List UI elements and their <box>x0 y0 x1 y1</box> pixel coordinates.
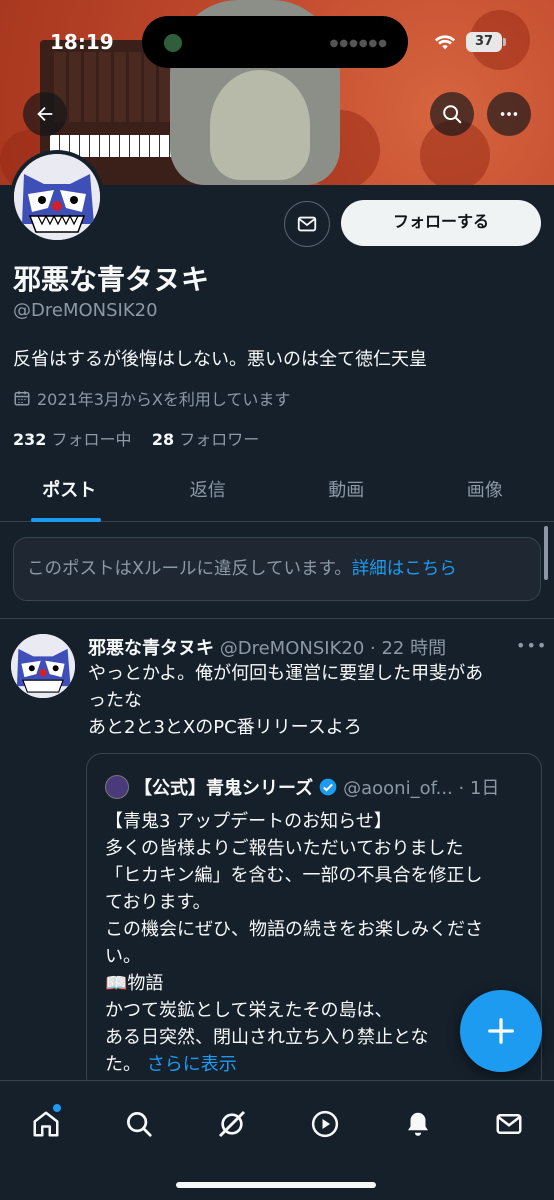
post-line: ったな <box>88 690 142 711</box>
wifi-icon <box>434 35 456 50</box>
follow-button[interactable]: フォローする <box>341 200 541 246</box>
notice-text: このポストはXルールに違反しています。 <box>27 559 352 579</box>
back-button[interactable] <box>23 92 67 136</box>
home-indicator <box>176 1182 376 1188</box>
divider <box>0 618 554 619</box>
quote-line: 多くの皆様よりご報告いただいておりました <box>105 838 464 859</box>
following-label: フォロー中 <box>51 430 132 449</box>
mail-icon <box>297 216 317 232</box>
profile-tabs: ポスト 返信 動画 画像 <box>0 466 554 522</box>
rule-violation-notice: このポストはXルールに違反しています。詳細はこちら <box>13 537 541 601</box>
grok-icon <box>218 1110 246 1138</box>
arrow-left-icon <box>37 106 53 122</box>
tab-images[interactable]: 画像 <box>416 466 554 521</box>
plus-icon <box>488 1018 514 1044</box>
message-button[interactable] <box>284 201 330 247</box>
tab-videos[interactable]: 動画 <box>277 466 416 521</box>
more-horizontal-icon <box>500 112 518 116</box>
home-icon <box>33 1111 59 1137</box>
nav-messages[interactable] <box>486 1101 532 1147</box>
quote-line: ております。 <box>105 892 211 913</box>
verified-badge-icon <box>319 778 337 796</box>
joined-date: 2021年3月からXを利用しています <box>13 386 290 410</box>
calendar-icon <box>14 391 30 406</box>
post-author-name[interactable]: 邪悪な青タヌキ <box>88 638 214 659</box>
quote-line: 【青鬼3 アップデートのお知らせ】 <box>105 811 392 832</box>
follow-stats: 232 フォロー中 28 フォロワー <box>13 426 259 450</box>
nav-home[interactable] <box>23 1101 69 1147</box>
search-icon <box>127 1112 152 1137</box>
display-name: 邪悪な青タヌキ <box>13 263 210 296</box>
followers-label: フォロワー <box>179 430 260 449</box>
nav-video[interactable] <box>302 1101 348 1147</box>
notifications-icon <box>408 1112 428 1136</box>
scrollbar[interactable] <box>544 526 548 580</box>
post-line: やっとかよ。俺が何回も運営に要望した甲斐があ <box>88 663 484 684</box>
search-icon <box>443 105 462 124</box>
followers-count: 28 <box>151 430 175 449</box>
post-body[interactable]: やっとかよ。俺が何回も運営に要望した甲斐があ ったな あと2と3とXのPC番リリ… <box>88 660 544 741</box>
video-icon <box>311 1110 339 1138</box>
joined-text: 2021年3月からXを利用しています <box>37 390 291 409</box>
quote-line: た。 さらに表示 <box>105 1051 529 1078</box>
messages-icon <box>496 1114 522 1134</box>
quote-line: 「ヒカキン編」を含む、一部の不具合を修正し <box>105 865 483 886</box>
tab-posts[interactable]: ポスト <box>0 466 139 522</box>
post-author-avatar[interactable] <box>11 634 75 698</box>
profile-avatar[interactable] <box>10 150 104 244</box>
compose-post-button[interactable] <box>460 990 542 1072</box>
post-meta: @DreMONSIK20 · 22 時間 <box>219 638 447 659</box>
notice-details-link[interactable]: 詳細はこちら <box>352 559 457 579</box>
home-notification-dot <box>53 1104 61 1112</box>
post-line: あと2と3とXのPC番リリースよろ <box>88 717 362 738</box>
quote-line: 📖物語 <box>105 973 164 994</box>
dynamic-island: ●●●●●● <box>142 16 408 68</box>
following-link[interactable]: 232 フォロー中 <box>13 430 132 449</box>
quoted-post-meta: @aooni_of... · 1日 <box>343 778 500 799</box>
following-count: 232 <box>13 430 47 449</box>
battery-indicator: 37 <box>466 32 502 52</box>
profile-bio: 反省はするが後悔はしない。悪いのは全て徳仁天皇 <box>13 349 427 370</box>
nav-search[interactable] <box>116 1101 162 1147</box>
quoted-author-avatar <box>105 775 129 799</box>
monster-cat-avatar <box>11 634 75 698</box>
nav-grok[interactable] <box>209 1101 255 1147</box>
post-more-button[interactable]: ••• <box>516 636 547 655</box>
search-button[interactable] <box>430 92 474 136</box>
show-more-link[interactable]: さらに表示 <box>147 1054 237 1075</box>
followers-link[interactable]: 28 フォロワー <box>152 430 259 449</box>
status-time: 18:19 <box>50 30 114 54</box>
quoted-post-header: 【公式】青鬼シリーズ @aooni_of... · 1日 <box>105 774 499 800</box>
nav-notifications[interactable] <box>395 1101 441 1147</box>
monster-cat-avatar <box>14 154 100 240</box>
quoted-author-name: 【公式】青鬼シリーズ <box>134 778 314 799</box>
more-options-button[interactable] <box>487 92 531 136</box>
quote-line-text: た。 <box>105 1054 141 1075</box>
quote-line: い。 <box>105 946 141 967</box>
profile-handle: @DreMONSIK20 <box>13 300 158 321</box>
tab-replies[interactable]: 返信 <box>139 466 278 521</box>
quote-line: この機会にぜひ、物語の続きをお楽しみくださ <box>105 919 483 940</box>
post-header: 邪悪な青タヌキ @DreMONSIK20 · 22 時間 <box>88 634 446 660</box>
